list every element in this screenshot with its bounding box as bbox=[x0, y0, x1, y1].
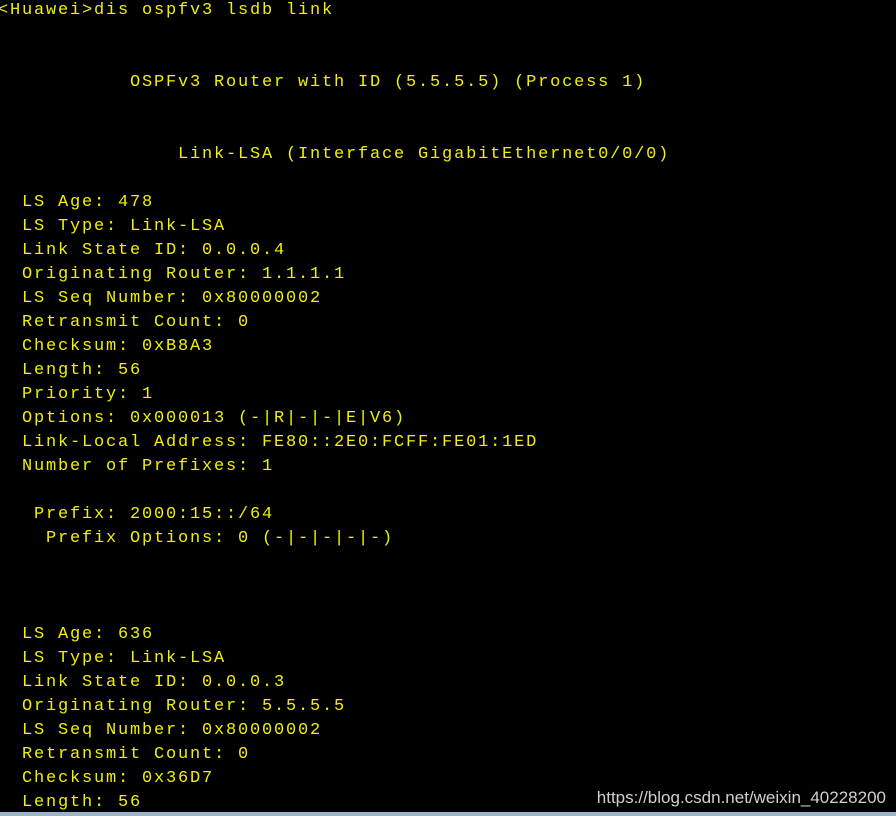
terminal-line: Prefix: 2000:15::/64 bbox=[0, 505, 275, 524]
terminal-line: Retransmit Count: 0 bbox=[0, 313, 251, 332]
terminal-line: Number of Prefixes: 1 bbox=[0, 457, 275, 476]
terminal-line: Originating Router: 1.1.1.1 bbox=[0, 265, 347, 284]
terminal-line: Checksum: 0xB8A3 bbox=[0, 337, 215, 356]
watermark: https://blog.csdn.net/weixin_40228200 bbox=[596, 788, 886, 807]
terminal-line: Link-LSA (Interface GigabitEthernet0/0/0… bbox=[0, 145, 671, 164]
terminal-line: Link-Local Address: FE80::2E0:FCFF:FE01:… bbox=[0, 433, 539, 452]
terminal-line: Retransmit Count: 0 bbox=[0, 745, 251, 764]
terminal-line: Priority: 1 bbox=[0, 385, 155, 404]
terminal-line: LS Seq Number: 0x80000002 bbox=[0, 721, 323, 740]
terminal-line: Link State ID: 0.0.0.3 bbox=[0, 673, 287, 692]
terminal-output[interactable]: <Huawei>dis ospfv3 lsdb link OSPFv3 Rout… bbox=[0, 0, 896, 816]
terminal-line: OSPFv3 Router with ID (5.5.5.5) (Process… bbox=[0, 73, 647, 92]
terminal-line: Options: 0x000013 (-|R|-|-|E|V6) bbox=[0, 409, 407, 428]
terminal-line: LS Type: Link-LSA bbox=[0, 649, 227, 668]
terminal-line: LS Seq Number: 0x80000002 bbox=[0, 289, 323, 308]
terminal-line: LS Age: 478 bbox=[0, 193, 155, 212]
window-bottom-border bbox=[0, 812, 896, 816]
terminal-line: Link State ID: 0.0.0.4 bbox=[0, 241, 287, 260]
terminal-line: LS Type: Link-LSA bbox=[0, 217, 227, 236]
terminal-line: Prefix Options: 0 (-|-|-|-|-) bbox=[0, 529, 395, 548]
terminal-line: Length: 56 bbox=[0, 361, 143, 380]
terminal-line: Originating Router: 5.5.5.5 bbox=[0, 697, 347, 716]
terminal-line: LS Age: 636 bbox=[0, 625, 155, 644]
command-line: <Huawei>dis ospfv3 lsdb link bbox=[0, 1, 335, 20]
